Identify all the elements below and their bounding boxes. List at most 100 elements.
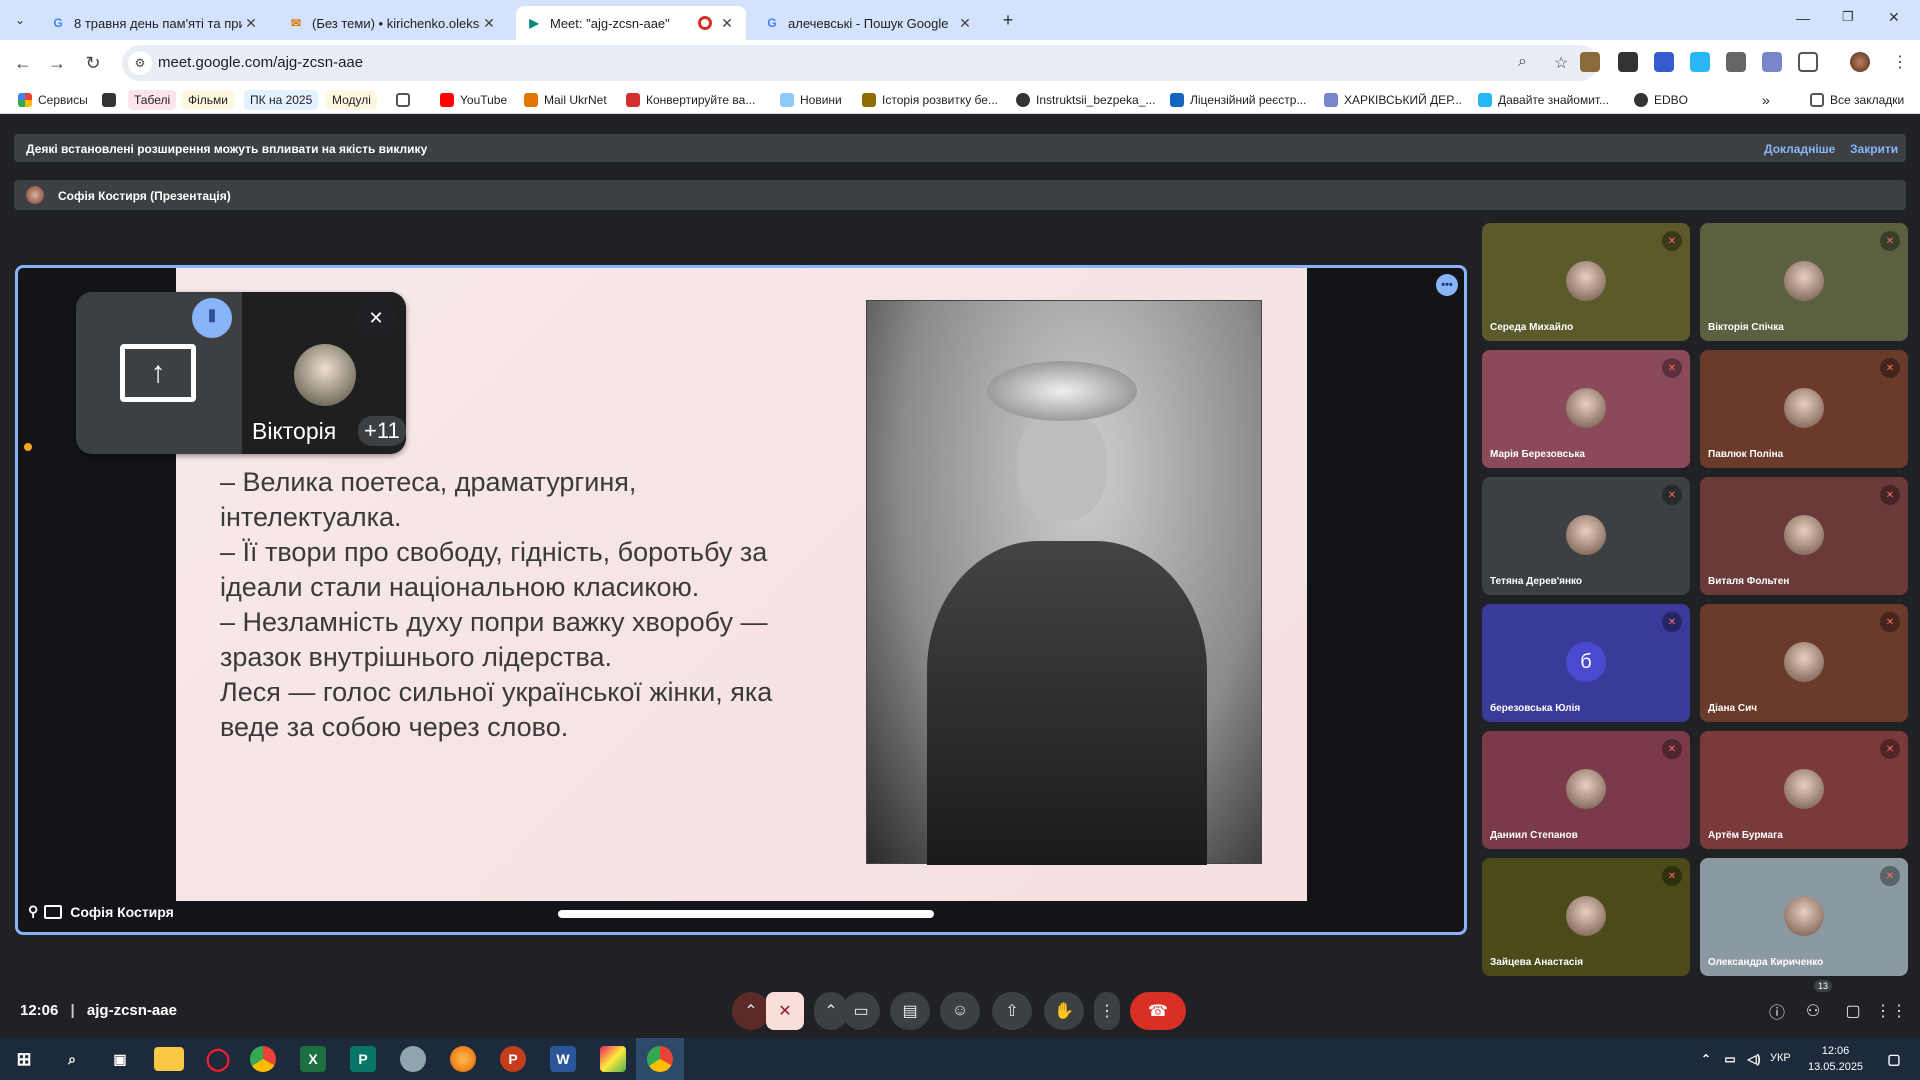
powerpoint-icon[interactable]: P xyxy=(500,1046,526,1072)
close-icon[interactable]: ✕ xyxy=(242,15,260,32)
new-tab-button[interactable]: + xyxy=(996,8,1020,32)
close-icon[interactable]: ✕ xyxy=(956,15,974,32)
self-view-tile[interactable]: ↑ ⦀ ✕ Вікторія +11 xyxy=(76,292,406,454)
bookmark-item[interactable]: Конвертируйте ва... xyxy=(626,90,755,110)
participant-tile[interactable]: б ✕ березовська Юлія xyxy=(1482,604,1690,722)
volume-icon[interactable]: ◁) xyxy=(1738,1043,1770,1075)
address-bar[interactable]: ⚙ meet.google.com/ajg-zcsn-aae ⌕ ☆ xyxy=(122,45,1598,81)
bookmark-item[interactable]: EDBO xyxy=(1634,90,1688,110)
emoji-button[interactable]: ☺ xyxy=(940,992,980,1030)
participant-tile[interactable]: ✕ Марія Березовська xyxy=(1482,350,1690,468)
present-button[interactable]: ⇧ xyxy=(992,992,1032,1030)
participant-tile[interactable]: ✕ Павлюк Поліна xyxy=(1700,350,1908,468)
minimize-button[interactable]: — xyxy=(1796,10,1810,26)
app-icon[interactable] xyxy=(400,1046,426,1072)
reload-button[interactable]: ↻ xyxy=(80,50,106,76)
participant-tile[interactable]: ✕ Тетяна Дерев'янко xyxy=(1482,477,1690,595)
extension-icon[interactable] xyxy=(1762,52,1782,72)
filmstrip-scrollbar[interactable] xyxy=(558,910,934,918)
raise-hand-button[interactable]: ✋ xyxy=(1044,992,1084,1030)
tab-2[interactable]: ✉ (Без теми) • kirichenko.oleksan... ✕ xyxy=(278,6,508,40)
meeting-details-button[interactable]: ⓘ xyxy=(1760,992,1794,1030)
bookmark-item[interactable]: Фільми xyxy=(182,90,234,110)
chrome-active-icon[interactable] xyxy=(636,1038,684,1080)
clock[interactable]: 12:06 13.05.2025 xyxy=(1808,1043,1863,1075)
menu-icon[interactable]: ⋮ xyxy=(1892,52,1908,72)
participant-tile[interactable]: ✕ Артём Бурмага xyxy=(1700,731,1908,849)
all-bookmarks[interactable]: Все закладки xyxy=(1810,90,1904,110)
activities-button[interactable]: ⋮⋮ xyxy=(1874,992,1908,1030)
participant-tile[interactable]: ✕ Виталя Фольтен xyxy=(1700,477,1908,595)
search-icon[interactable]: ⌕ xyxy=(56,1043,88,1075)
bookmark-apps[interactable]: Сервисы xyxy=(18,90,88,110)
tab-3[interactable]: ▶ Meet: "ajg-zcsn-aae" ✕ xyxy=(516,6,746,40)
excel-icon[interactable]: X xyxy=(300,1046,326,1072)
bookmark-item[interactable]: YouTube xyxy=(440,90,507,110)
tab-1[interactable]: G 8 травня день пам'яті та прим... ✕ xyxy=(40,6,270,40)
back-button[interactable]: ← xyxy=(10,50,36,76)
bookmark-label: EDBO xyxy=(1654,93,1689,107)
pin-icon[interactable]: ⚲ xyxy=(28,903,38,920)
bookmark-item[interactable]: Історія розвитку бе... xyxy=(862,90,998,110)
details-link[interactable]: Докладніше xyxy=(1764,142,1835,156)
forward-button[interactable]: → xyxy=(44,50,70,76)
extension-icon[interactable] xyxy=(1580,52,1600,72)
site-info-icon[interactable]: ⚙ xyxy=(128,51,152,75)
extension-icon[interactable] xyxy=(1654,52,1674,72)
task-view-icon[interactable]: ▣ xyxy=(104,1043,136,1075)
zoom-icon[interactable]: ⌕ xyxy=(1518,53,1527,71)
bookmark-item[interactable]: ХАРКІВСЬКИЙ ДЕР... xyxy=(1324,90,1462,110)
close-icon[interactable]: ✕ xyxy=(718,15,736,32)
firefox-icon[interactable] xyxy=(450,1046,476,1072)
participant-tile[interactable]: ✕ Діана Сич xyxy=(1700,604,1908,722)
chrome-icon[interactable] xyxy=(250,1046,276,1072)
tab-search-button[interactable]: ⌄ xyxy=(10,10,30,30)
bookmark-item[interactable]: Mail UkrNet xyxy=(524,90,607,110)
file-explorer-icon[interactable] xyxy=(154,1047,184,1071)
opera-icon[interactable]: ◯ xyxy=(202,1043,234,1075)
extension-icon[interactable] xyxy=(1618,52,1638,72)
extension-icon[interactable] xyxy=(1690,52,1710,72)
language-indicator[interactable]: УКР xyxy=(1770,1052,1791,1064)
bookmark-grid[interactable] xyxy=(396,90,416,110)
avatar[interactable] xyxy=(1850,52,1870,72)
bookmark-item[interactable]: ПК на 2025 xyxy=(244,90,319,110)
participant-tile[interactable]: ✕ Середа Михайло xyxy=(1482,223,1690,341)
app-icon[interactable] xyxy=(600,1046,626,1072)
presentation-stage[interactable]: а – Велика поетеса, драматургиня, інтеле… xyxy=(15,265,1467,935)
extension-icon[interactable] xyxy=(1726,52,1746,72)
close-icon[interactable]: ✕ xyxy=(480,15,498,32)
extensions-puzzle-icon[interactable] xyxy=(1798,52,1818,72)
chat-button[interactable]: ▢ xyxy=(1836,992,1870,1030)
participant-tile[interactable]: ✕ Даниил Степанов xyxy=(1482,731,1690,849)
word-icon[interactable]: W xyxy=(550,1046,576,1072)
bookmark-item[interactable]: Новини xyxy=(780,90,842,110)
close-warning-link[interactable]: Закрити xyxy=(1850,142,1898,156)
notifications-icon[interactable]: ▢ xyxy=(1878,1043,1910,1075)
camera-toggle-button[interactable]: ▭ xyxy=(842,992,880,1030)
bookmark-item[interactable]: Ліцензійний реєстр... xyxy=(1170,90,1306,110)
captions-button[interactable]: ▤ xyxy=(890,992,930,1030)
more-options-button[interactable]: ⋮ xyxy=(1094,992,1120,1030)
windows-start-icon[interactable]: ⊞ xyxy=(8,1043,40,1075)
bookmark-item[interactable] xyxy=(102,90,122,110)
restore-button[interactable]: ❐ xyxy=(1842,9,1854,25)
participant-tile[interactable]: ✕ Зайцева Анастасія xyxy=(1482,858,1690,976)
publisher-icon[interactable]: P xyxy=(350,1046,376,1072)
leave-call-button[interactable]: ☎ xyxy=(1130,992,1186,1030)
bookmark-item[interactable]: Табелі xyxy=(128,90,177,110)
audio-options-button[interactable]: ⌃ xyxy=(732,992,770,1030)
tab-4[interactable]: G алечевські - Пошук Google ✕ xyxy=(754,6,984,40)
window-close-button[interactable]: ✕ xyxy=(1888,9,1900,26)
mic-toggle-button[interactable]: ✕ xyxy=(766,992,804,1030)
bookmark-item[interactable]: Давайте знайомит... xyxy=(1478,90,1609,110)
bookmark-item[interactable]: Модулі xyxy=(326,90,377,110)
participant-tile[interactable]: ✕ Вікторія Спічка xyxy=(1700,223,1908,341)
participant-tile[interactable]: ✕ Олександра Кириченко xyxy=(1700,858,1908,976)
bookmark-item[interactable]: Instruktsii_bezpeka_... xyxy=(1016,90,1155,110)
bookmarks-overflow-button[interactable]: » xyxy=(1762,90,1770,110)
people-button[interactable]: ⚇ xyxy=(1796,992,1830,1030)
bookmark-star-icon[interactable]: ☆ xyxy=(1554,53,1568,73)
more-options-icon[interactable]: ••• xyxy=(1436,274,1458,296)
bookmarks-bar: Сервисы Табелі Фільми ПК на 2025 Модулі … xyxy=(0,86,1920,114)
